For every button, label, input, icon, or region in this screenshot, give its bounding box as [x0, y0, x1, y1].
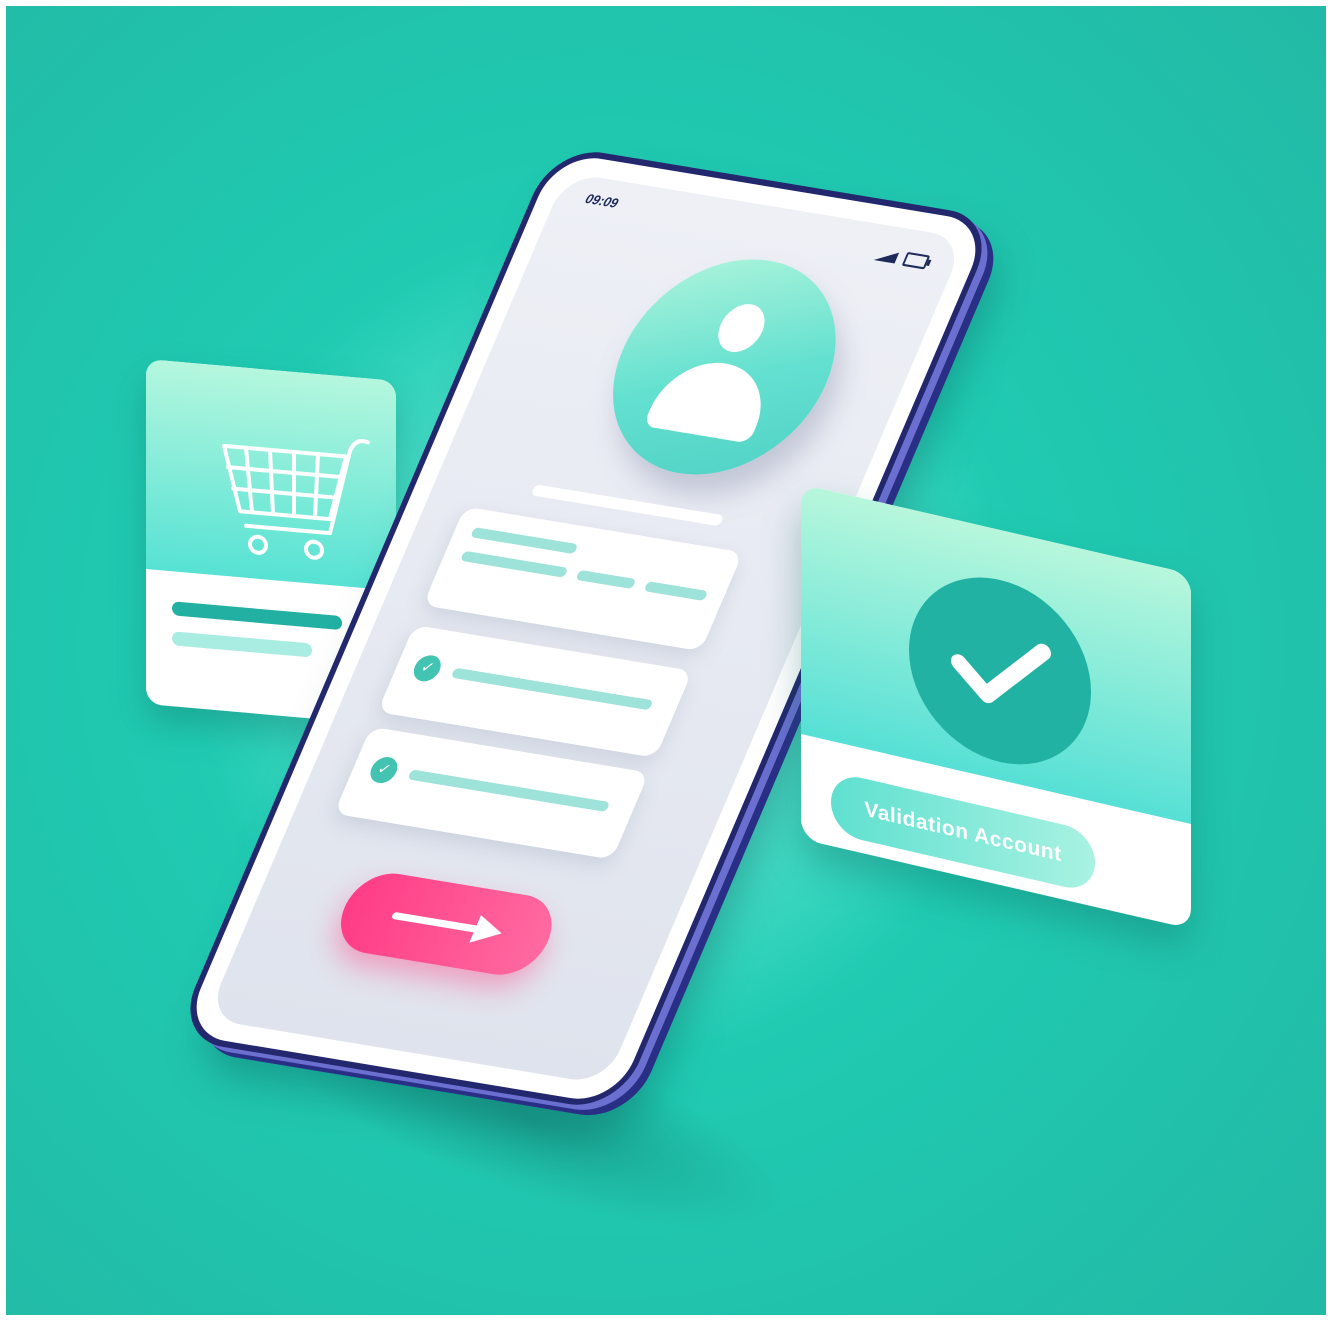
status-time: 09:09 [583, 190, 621, 211]
cart-text-line [172, 601, 342, 631]
user-avatar-icon [710, 300, 773, 356]
next-button[interactable] [327, 867, 565, 981]
cart-text-line [172, 631, 312, 658]
form-field-profile[interactable] [422, 506, 743, 652]
validation-card[interactable]: Validation Account [801, 484, 1191, 930]
check-icon: ✓ [366, 755, 402, 785]
validation-card-header [801, 484, 1191, 825]
shopping-cart-icon [222, 439, 370, 560]
user-avatar[interactable] [577, 243, 872, 490]
field-line [407, 769, 611, 813]
field-line [470, 527, 579, 555]
field-line [450, 667, 654, 711]
field-line [643, 581, 709, 601]
illustration-stage: 09:09 ✓ ✓ Validation Account [6, 6, 1326, 1315]
check-icon: ✓ [409, 653, 446, 684]
field-line [575, 569, 637, 590]
username-placeholder [530, 484, 725, 527]
battery-icon [901, 251, 931, 270]
cart-card-header [146, 359, 396, 591]
check-icon [951, 643, 1051, 704]
validation-badge [909, 558, 1091, 783]
field-line [460, 550, 569, 578]
arrow-right-icon [392, 912, 502, 943]
signal-icon [873, 249, 900, 264]
user-avatar-body [643, 354, 780, 444]
